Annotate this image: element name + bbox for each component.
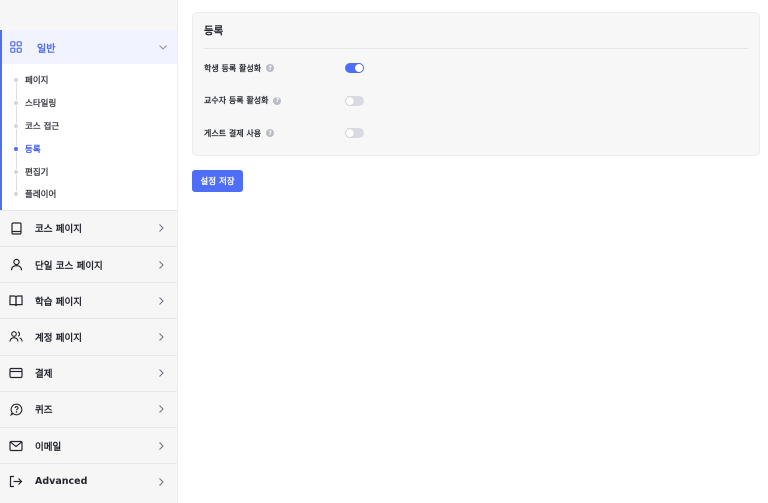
bullet-dot-active bbox=[13, 145, 19, 152]
settings-sidebar: 일반 페이지 스타일링 코스 접근 등록 편집기 플레이어 코스 페이지 단일 … bbox=[0, 0, 178, 503]
chevron-right-icon bbox=[159, 405, 164, 414]
toggle-knob bbox=[346, 96, 354, 105]
sidebar-item-email[interactable]: 이메일 bbox=[0, 426, 177, 464]
setting-label-text: 교수자 등록 활성화 bbox=[204, 96, 269, 106]
setting-row-student-registration: 학생 등록 활성화 ? bbox=[204, 52, 748, 85]
sidebar-subitem-styling[interactable]: 스타일링 bbox=[2, 92, 177, 115]
sidebar-subitem-label: 스타일링 bbox=[25, 99, 57, 110]
sidebar-item-course-page[interactable]: 코스 페이지 bbox=[0, 209, 177, 246]
chevron-right-icon bbox=[159, 224, 164, 233]
sidebar-item-label: 단일 코스 페이지 bbox=[35, 260, 103, 272]
sidebar-subitem-label: 편집기 bbox=[25, 167, 49, 178]
sidebar-item-advanced[interactable]: Advanced bbox=[0, 463, 177, 500]
sidebar-group-general-header[interactable]: 일반 bbox=[2, 30, 177, 64]
sidebar-subitem-editor[interactable]: 편집기 bbox=[2, 160, 177, 183]
sidebar-subitem-label: 등록 bbox=[25, 144, 41, 155]
help-icon[interactable]: ? bbox=[273, 96, 282, 105]
setting-label: 학생 등록 활성화 ? bbox=[204, 63, 345, 74]
chevron-right-icon bbox=[159, 296, 164, 305]
chevron-down-icon bbox=[159, 45, 167, 50]
sidebar-subitem-player[interactable]: 플레이어 bbox=[2, 183, 177, 206]
sidebar-item-learning-page[interactable]: 학습 페이지 bbox=[0, 282, 177, 319]
student-registration-toggle[interactable] bbox=[345, 63, 364, 74]
credit-card-icon bbox=[9, 366, 23, 380]
question-bubble-icon bbox=[9, 402, 23, 416]
sidebar-item-label: 코스 페이지 bbox=[35, 224, 83, 236]
sidebar-sublist: 페이지 스타일링 코스 접근 등록 편집기 플레이어 bbox=[2, 64, 177, 210]
open-book-icon bbox=[9, 294, 23, 308]
bullet-dot bbox=[13, 168, 19, 175]
setting-row-guest-checkout: 게스트 결제 사용 ? bbox=[204, 117, 748, 150]
card-title: 등록 bbox=[204, 23, 748, 49]
bullet-dot bbox=[13, 191, 19, 198]
chevron-right-icon bbox=[159, 333, 164, 341]
help-icon[interactable]: ? bbox=[266, 129, 275, 138]
grid-icon bbox=[10, 41, 22, 53]
sidebar-subitem-label: 페이지 bbox=[25, 76, 49, 87]
setting-row-instructor-registration: 교수자 등록 활성화 ? bbox=[204, 85, 748, 118]
sidebar-item-label: 학습 페이지 bbox=[35, 296, 83, 308]
save-settings-button[interactable]: 설정 저장 bbox=[192, 170, 243, 192]
setting-label-text: 학생 등록 활성화 bbox=[204, 63, 262, 73]
setting-label: 교수자 등록 활성화 ? bbox=[204, 95, 345, 106]
book-icon bbox=[9, 221, 23, 235]
logout-icon bbox=[9, 475, 23, 489]
chevron-right-icon bbox=[159, 369, 164, 377]
sidebar-item-account-page[interactable]: 계정 페이지 bbox=[0, 318, 177, 355]
toggle-knob bbox=[346, 129, 354, 138]
sidebar-item-label: Advanced bbox=[35, 476, 88, 488]
setting-label-text: 게스트 결제 사용 bbox=[204, 128, 262, 138]
bullet-dot bbox=[13, 122, 19, 129]
chevron-right-icon bbox=[159, 441, 164, 450]
sidebar-item-label: 결제 bbox=[35, 369, 53, 381]
sidebar-item-label: 퀴즈 bbox=[35, 405, 53, 417]
sidebar-item-payment[interactable]: 결제 bbox=[0, 354, 177, 391]
sidebar-item-quiz[interactable]: 퀴즈 bbox=[0, 390, 177, 427]
bullet-dot bbox=[13, 77, 19, 84]
guest-checkout-toggle[interactable] bbox=[345, 128, 364, 139]
sidebar-group-general: 일반 페이지 스타일링 코스 접근 등록 편집기 플레이어 bbox=[0, 30, 177, 210]
instructor-registration-toggle[interactable] bbox=[345, 95, 364, 106]
sidebar-group-general-label: 일반 bbox=[37, 43, 56, 55]
registration-settings-card: 등록 학생 등록 활성화 ? 교수자 등록 활성화 ? 게스트 결제 사용 ? bbox=[192, 12, 760, 156]
main-content: 등록 학생 등록 활성화 ? 교수자 등록 활성화 ? 게스트 결제 사용 ? bbox=[192, 12, 760, 192]
sidebar-subitem-course-access[interactable]: 코스 접근 bbox=[2, 115, 177, 138]
help-icon[interactable]: ? bbox=[266, 64, 275, 73]
setting-label: 게스트 결제 사용 ? bbox=[204, 128, 345, 139]
sidebar-subitem-pages[interactable]: 페이지 bbox=[2, 69, 177, 92]
sidebar-subitem-label: 코스 접근 bbox=[25, 121, 60, 132]
sidebar-subitem-label: 플레이어 bbox=[25, 190, 57, 201]
sidebar-subitem-registration[interactable]: 등록 bbox=[2, 137, 177, 160]
sidebar-item-label: 계정 페이지 bbox=[35, 332, 83, 344]
sidebar-item-label: 이메일 bbox=[35, 441, 62, 453]
users-icon bbox=[9, 330, 23, 344]
toggle-knob bbox=[355, 64, 363, 73]
chevron-right-icon bbox=[159, 477, 164, 486]
mail-icon bbox=[9, 439, 23, 453]
bullet-dot bbox=[13, 100, 19, 107]
user-icon bbox=[9, 258, 23, 272]
sidebar-top-spacer bbox=[0, 0, 177, 30]
sidebar-item-single-course-page[interactable]: 단일 코스 페이지 bbox=[0, 245, 177, 283]
chevron-right-icon bbox=[159, 260, 164, 269]
